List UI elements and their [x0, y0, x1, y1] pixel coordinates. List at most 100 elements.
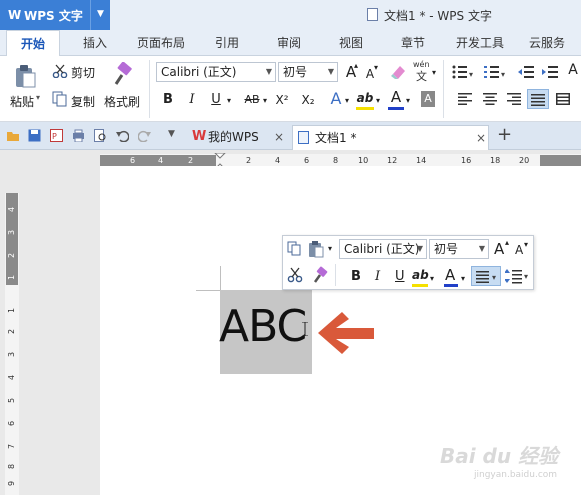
distribute-icon[interactable]: [556, 93, 570, 105]
tab-view[interactable]: 视图: [324, 30, 378, 56]
title-bar: W WPS 文字 ▼ 文档1 * - WPS 文字: [0, 0, 581, 30]
scissors-icon[interactable]: [52, 64, 68, 79]
caret-up-icon: ▴: [354, 61, 359, 70]
scissors-icon[interactable]: [287, 267, 303, 283]
save-icon[interactable]: [28, 129, 41, 142]
justify-button[interactable]: [527, 89, 549, 109]
ruler-tick: 3: [7, 229, 17, 236]
decrease-indent-icon[interactable]: [518, 65, 534, 79]
export-pdf-icon[interactable]: P: [50, 129, 63, 142]
redo-icon[interactable]: [137, 129, 151, 143]
font-color-button[interactable]: A: [388, 87, 404, 107]
undo-icon[interactable]: [116, 129, 130, 143]
wps-menu-button[interactable]: W WPS 文字 ▼: [0, 0, 110, 30]
tab-insert[interactable]: 插入: [68, 30, 122, 56]
mini-grow-font-button[interactable]: A: [494, 240, 504, 258]
partial-button[interactable]: A: [566, 60, 580, 80]
print-preview-icon[interactable]: [94, 129, 107, 142]
ruler-tick: 3: [7, 351, 17, 358]
italic-button[interactable]: I: [184, 90, 200, 110]
chevron-down-icon[interactable]: ▾: [36, 93, 40, 102]
tab-cloud[interactable]: 云服务: [520, 30, 574, 56]
tab-document[interactable]: 文档1 * ×: [292, 125, 489, 150]
mini-font-size-select[interactable]: 初号 ▼: [429, 239, 489, 259]
ruler-tick: 2: [7, 252, 17, 259]
ruler-tick: 4: [275, 156, 281, 165]
format-painter-icon[interactable]: [110, 61, 134, 86]
subscript-button[interactable]: X₂: [298, 90, 318, 110]
tab-references[interactable]: 引用: [200, 30, 254, 56]
add-tab-button[interactable]: +: [497, 124, 512, 145]
mini-shrink-font-button[interactable]: A: [515, 243, 523, 257]
chevron-down-icon[interactable]: ▾: [263, 96, 267, 105]
clipboard-icon[interactable]: [308, 240, 324, 258]
text-effect-button[interactable]: A: [328, 89, 344, 109]
open-folder-icon[interactable]: [6, 129, 19, 142]
clear-format-icon[interactable]: [390, 64, 406, 80]
numbered-list-icon[interactable]: ▾: [484, 65, 506, 79]
mini-justify-button[interactable]: ▾: [471, 266, 501, 286]
ruler-tick: 12: [387, 156, 398, 165]
chevron-down-icon[interactable]: ▾: [345, 96, 349, 105]
chevron-down-icon[interactable]: ▾: [406, 96, 410, 105]
line-spacing-icon[interactable]: ▾: [504, 268, 531, 284]
chevron-down-icon[interactable]: ▾: [430, 274, 434, 283]
ribbon: 粘贴 ▾ 剪切 复制 格式刷 Calibri (正文) ▼ 初号 ▼ A ▴ A ▾…: [0, 56, 581, 122]
vertical-ruler[interactable]: 4 3 2 1 1 2 3 4 5 6 7 8 9: [5, 193, 19, 495]
mini-bold-button[interactable]: B: [351, 269, 361, 284]
mini-italic-button[interactable]: I: [375, 269, 380, 284]
paste-label[interactable]: 粘贴: [10, 93, 34, 110]
mini-font-color-button[interactable]: A: [445, 266, 455, 284]
format-painter-button[interactable]: 格式刷: [104, 93, 140, 110]
bullet-list-icon[interactable]: ▾: [452, 65, 474, 79]
paste-button[interactable]: [14, 64, 36, 88]
chevron-down-icon[interactable]: ▼: [266, 63, 272, 81]
font-name-select[interactable]: Calibri (正文) ▼: [156, 62, 276, 82]
strikethrough-button[interactable]: AB: [240, 90, 264, 110]
mini-font-name-select[interactable]: Calibri (正文) ▼: [339, 239, 427, 259]
chevron-down-icon[interactable]: ▾: [328, 244, 332, 253]
align-left-icon[interactable]: [458, 93, 472, 105]
tab-developer[interactable]: 开发工具: [448, 30, 512, 56]
chevron-down-icon[interactable]: ▾: [227, 96, 231, 105]
chevron-down-icon[interactable]: ▼: [90, 0, 110, 30]
chevron-down-icon[interactable]: ▼: [417, 240, 423, 258]
mini-highlight-button[interactable]: ab: [412, 268, 429, 282]
copy-icon[interactable]: [287, 241, 303, 257]
close-icon[interactable]: ×: [476, 126, 486, 150]
mini-underline-button[interactable]: U: [395, 269, 405, 284]
chevron-down-icon[interactable]: ▼: [328, 63, 334, 81]
document-text[interactable]: ABC: [219, 301, 307, 352]
tab-my-wps[interactable]: W 我的WPS ×: [186, 125, 290, 150]
align-center-icon[interactable]: [483, 93, 497, 105]
ruler-tick: 10: [358, 156, 369, 165]
print-icon[interactable]: [72, 129, 85, 143]
tab-review[interactable]: 审阅: [262, 30, 316, 56]
ruler-tick: 2: [188, 156, 194, 165]
underline-button[interactable]: U: [208, 90, 224, 110]
tab-home[interactable]: 开始: [6, 30, 60, 57]
tab-page-layout[interactable]: 页面布局: [130, 30, 192, 56]
cut-button[interactable]: 剪切: [71, 64, 95, 81]
copy-button[interactable]: 复制: [71, 93, 95, 110]
close-icon[interactable]: ×: [274, 125, 284, 149]
superscript-button[interactable]: X²: [272, 90, 292, 110]
chevron-down-icon[interactable]: ▾: [461, 274, 465, 283]
ruler-tick: 6: [304, 156, 310, 165]
tab-chapter[interactable]: 章节: [386, 30, 440, 56]
font-size-select[interactable]: 初号 ▼: [278, 62, 338, 82]
align-right-icon[interactable]: [507, 93, 521, 105]
chevron-down-icon[interactable]: ▾: [376, 96, 380, 105]
increase-indent-icon[interactable]: [542, 65, 558, 79]
bold-button[interactable]: B: [160, 90, 176, 110]
font-color-bar: [444, 284, 458, 287]
format-painter-icon[interactable]: [311, 266, 329, 284]
mini-font-size-value: 初号: [434, 242, 459, 256]
highlight-button[interactable]: ab: [356, 88, 374, 108]
chevron-down-icon[interactable]: ▾: [432, 68, 436, 77]
chevron-down-icon[interactable]: ▼: [479, 240, 485, 258]
app-brand: WPS 文字: [24, 9, 83, 23]
character-shading-button[interactable]: A: [421, 91, 435, 107]
chevron-down-icon[interactable]: ▼: [168, 129, 175, 139]
copy-icon[interactable]: [52, 91, 68, 107]
